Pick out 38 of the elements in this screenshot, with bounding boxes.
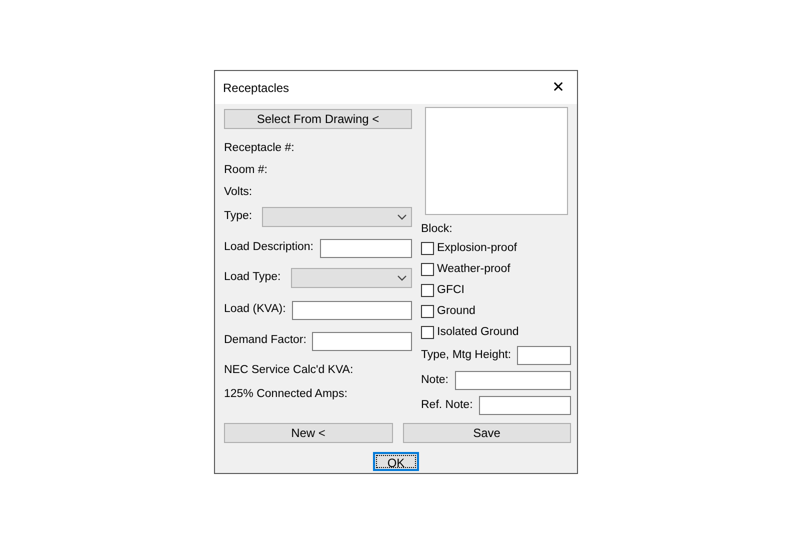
chevron-down-icon bbox=[397, 214, 407, 220]
close-button[interactable]: ✕ bbox=[548, 80, 569, 95]
checkbox[interactable] bbox=[421, 305, 434, 318]
checkbox[interactable] bbox=[421, 284, 434, 298]
field-label: Receptacle #: bbox=[224, 141, 294, 156]
checkbox-label: Explosion-proof bbox=[437, 241, 517, 256]
field-label: Load Type: bbox=[224, 270, 281, 286]
input-field[interactable] bbox=[517, 346, 571, 366]
checkbox-label: GFCI bbox=[437, 283, 464, 298]
field-label: NEC Service Calc'd KVA: bbox=[224, 363, 354, 378]
field-label: Volts: bbox=[224, 185, 252, 200]
chevron-down-icon bbox=[397, 275, 407, 281]
checkbox-label: Weather-proof bbox=[437, 262, 510, 278]
select-from-drawing-button[interactable]: Select From Drawing < bbox=[224, 109, 412, 129]
field-label: Demand Factor: bbox=[224, 333, 306, 348]
field-label: Note: bbox=[421, 373, 448, 388]
field-label: Type: bbox=[224, 209, 252, 224]
field-label: Ref. Note: bbox=[421, 398, 473, 414]
field-label: Load (KVA): bbox=[224, 302, 286, 318]
field-label: Type, Mtg Height: bbox=[421, 348, 512, 364]
field-label: 125% Connected Amps: bbox=[224, 387, 348, 402]
checkbox-label: Ground bbox=[437, 304, 476, 320]
checkbox[interactable] bbox=[421, 263, 434, 276]
input-field[interactable] bbox=[478, 396, 571, 416]
field-label: Room #: bbox=[224, 163, 268, 178]
checkbox[interactable] bbox=[421, 326, 434, 340]
input-field[interactable] bbox=[320, 238, 412, 258]
block-label: Block: bbox=[421, 222, 454, 237]
checkbox-label: Isolated Ground bbox=[437, 325, 519, 340]
input-field[interactable] bbox=[292, 300, 412, 320]
field-label: Load Description: bbox=[224, 240, 314, 256]
ok-button[interactable]: OK bbox=[373, 452, 419, 472]
window-title: Receptacles bbox=[223, 80, 290, 96]
new-button[interactable]: New < bbox=[224, 423, 392, 444]
input-field[interactable] bbox=[454, 371, 571, 390]
save-button[interactable]: Save bbox=[402, 423, 571, 444]
checkbox[interactable] bbox=[421, 242, 434, 256]
input-field[interactable] bbox=[312, 332, 412, 350]
